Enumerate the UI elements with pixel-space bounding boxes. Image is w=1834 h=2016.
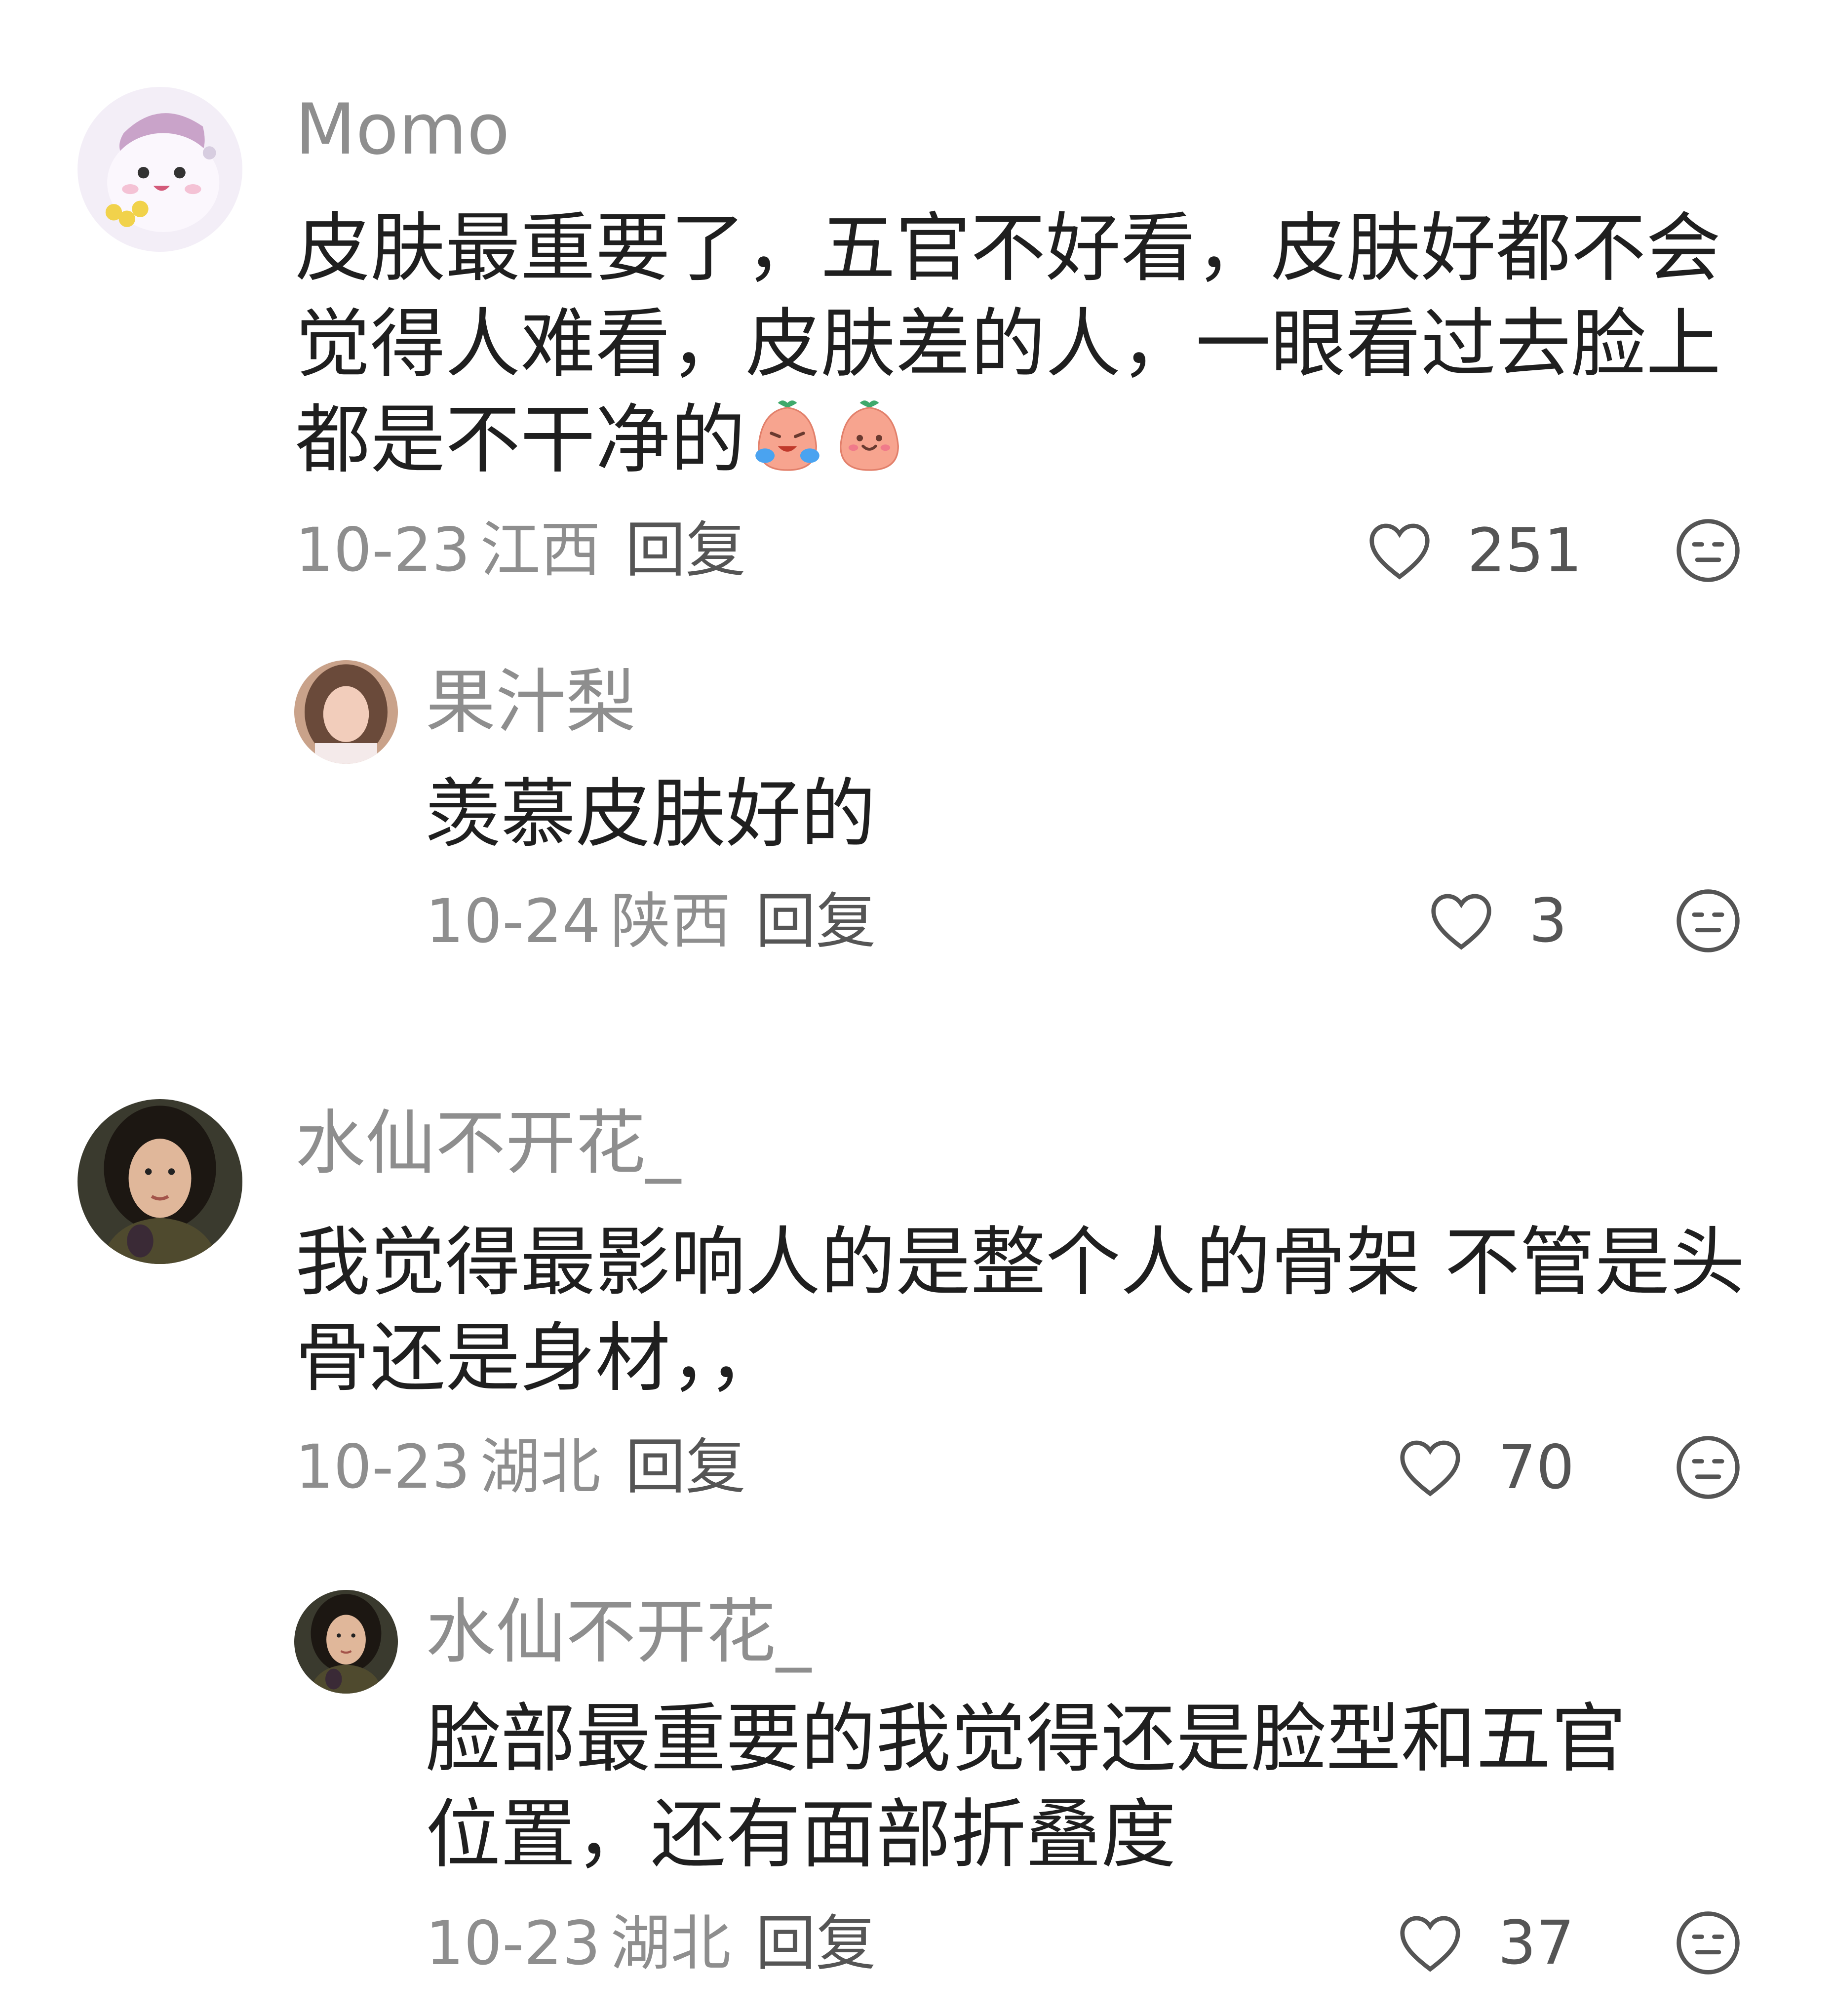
avatar[interactable]	[78, 87, 242, 252]
reply-text: 脸部最重要的我觉得还是脸型和五官位置，还有面部折叠度	[426, 1695, 1626, 1878]
meh-face-icon	[1677, 1911, 1740, 1975]
reply-meta: 10-23 湖北 回复	[426, 1913, 876, 1974]
comment-date: 10-23	[295, 1432, 470, 1502]
dislike-button[interactable]	[1671, 1906, 1745, 1980]
meh-face-icon	[1677, 519, 1740, 582]
dislike-button[interactable]	[1671, 884, 1745, 958]
reply-date: 10-23	[426, 1908, 601, 1978]
comment-location: 湖北	[480, 1432, 601, 1502]
heart-icon	[1400, 1916, 1460, 1972]
like-button[interactable]: 3	[1424, 884, 1567, 958]
reply-button[interactable]: 回复	[625, 515, 746, 585]
dislike-button[interactable]	[1671, 514, 1745, 588]
comment-meta: 10-23 湖北 回复	[295, 1437, 746, 1497]
like-count: 70	[1498, 1432, 1575, 1502]
comment-date: 10-23	[295, 515, 470, 585]
comment-text: 皮肤最重要了，五官不好看，皮肤好都不会觉得人难看，皮肤差的人，一眼看过去脸上都是…	[295, 200, 1756, 488]
meh-face-icon	[1677, 889, 1740, 952]
user-photo-icon	[78, 1099, 242, 1264]
reply-text: 羡慕皮肤好的	[426, 770, 876, 858]
comment-location: 江西	[480, 515, 601, 585]
avatar[interactable]	[78, 1099, 242, 1264]
reply-meta: 10-24 陕西 回复	[426, 891, 876, 951]
heart-icon	[1369, 523, 1430, 580]
meh-face-icon	[1677, 1436, 1740, 1499]
like-button[interactable]: 70	[1393, 1430, 1574, 1504]
reply-location: 陕西	[610, 886, 731, 956]
like-count: 251	[1467, 515, 1582, 586]
reply-date: 10-24	[426, 886, 601, 956]
comment-username[interactable]: 水仙不开花_	[295, 1108, 681, 1179]
reply-location: 湖北	[610, 1908, 731, 1978]
reply-username[interactable]: 水仙不开花_	[426, 1597, 811, 1667]
comment-text-body: 皮肤最重要了，五官不好看，皮肤好都不会觉得人难看，皮肤差的人，一眼看过去脸上都是…	[295, 204, 1721, 483]
avatar[interactable]	[294, 1590, 398, 1694]
reply-button[interactable]: 回复	[756, 886, 876, 956]
like-count: 3	[1529, 886, 1567, 956]
comment-text: 我觉得最影响人的是整个人的骨架 不管是头骨还是身材，，	[295, 1219, 1745, 1402]
user-photo-icon	[294, 660, 398, 764]
crying-peach-emoji-icon	[747, 396, 827, 476]
dislike-button[interactable]	[1671, 1430, 1745, 1504]
heart-icon	[1400, 1440, 1460, 1497]
reply-button[interactable]: 回复	[756, 1908, 876, 1978]
like-button[interactable]: 251	[1363, 514, 1582, 588]
like-button[interactable]: 37	[1393, 1906, 1574, 1980]
comment-username[interactable]: Momo	[295, 95, 510, 165]
comment-meta: 10-23 江西 回复	[295, 520, 746, 580]
momo-avatar-icon	[78, 87, 242, 252]
avatar[interactable]	[294, 660, 398, 764]
reply-username[interactable]: 果汁梨	[426, 668, 636, 738]
user-photo-icon	[294, 1590, 398, 1694]
like-count: 37	[1498, 1908, 1575, 1978]
reply-button[interactable]: 回复	[625, 1432, 746, 1502]
smiling-peach-emoji-icon	[829, 396, 909, 476]
heart-icon	[1431, 894, 1491, 950]
